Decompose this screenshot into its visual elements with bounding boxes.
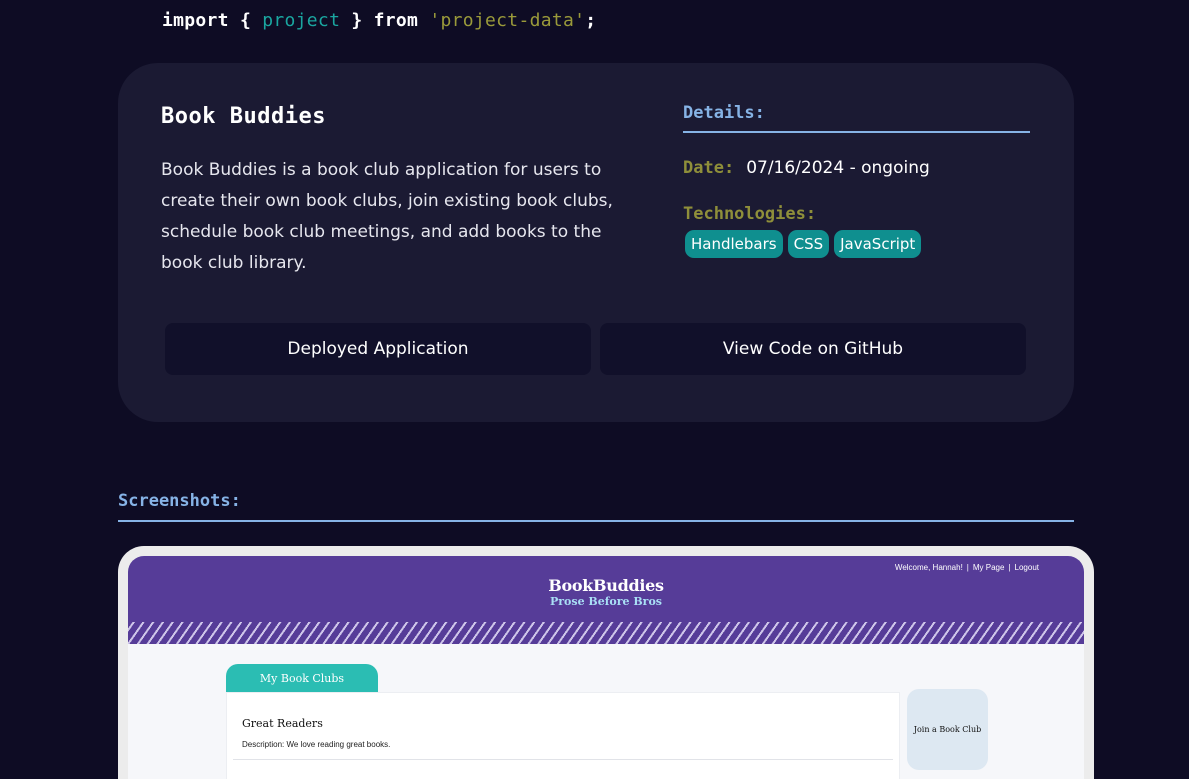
app-club-name: Great Readers: [242, 717, 323, 730]
app-header-stripes: [128, 622, 1084, 644]
screenshots-heading: Screenshots:: [118, 491, 1074, 522]
code-close-brace: }: [351, 10, 363, 31]
tech-tag-css: CSS: [787, 230, 830, 258]
code-module-string: 'project-data': [429, 10, 586, 31]
project-card: Book Buddies Book Buddies is a book club…: [118, 63, 1074, 422]
project-title: Book Buddies: [161, 104, 326, 129]
app-nav-separator: |: [966, 563, 969, 572]
app-nav-welcome: Welcome, Hannah!: [894, 563, 963, 572]
screenshot-frame: Welcome, Hannah! | My Page | Logout Book…: [118, 546, 1094, 779]
app-nav: Welcome, Hannah! | My Page | Logout: [895, 563, 1039, 572]
page: import { project } from 'project-data'; …: [0, 0, 1189, 779]
details-heading: Details:: [683, 103, 1030, 133]
date-value: 07/16/2024 - ongoing: [746, 158, 930, 178]
project-details: Details: Date: 07/16/2024 - ongoing Tech…: [683, 103, 1030, 258]
app-brand: BookBuddies: [548, 576, 664, 595]
app-nav-logout: Logout: [1014, 563, 1039, 572]
app-screenshot: Welcome, Hannah! | My Page | Logout Book…: [128, 556, 1084, 779]
code-keyword-from: from: [373, 10, 419, 31]
app-club-panel: Great Readers Description: We love readi…: [226, 692, 900, 779]
app-nav-separator: |: [1008, 563, 1011, 572]
app-nav-my-page: My Page: [972, 563, 1005, 572]
code-keyword-import: import: [162, 10, 229, 31]
date-row: Date: 07/16/2024 - ongoing: [683, 158, 1030, 178]
tech-tag-handlebars: Handlebars: [685, 230, 783, 258]
view-code-github-button[interactable]: View Code on GitHub: [600, 323, 1026, 375]
deployed-application-button[interactable]: Deployed Application: [165, 323, 591, 375]
technologies-label: Technologies:: [683, 204, 817, 224]
code-import-line: import { project } from 'project-data';: [162, 10, 596, 31]
app-tagline: Prose Before Bros: [549, 595, 663, 608]
date-label: Date:: [683, 158, 735, 178]
app-club-divider: [233, 759, 893, 760]
code-open-brace: {: [239, 10, 252, 31]
app-tab-my-book-clubs: My Book Clubs: [226, 664, 378, 692]
technology-tags: Handlebars CSS JavaScript: [683, 230, 1030, 258]
code-semicolon: ;: [585, 10, 597, 31]
app-join-book-club-button: Join a Book Club: [907, 689, 988, 770]
app-club-description: Description: We love reading great books…: [242, 740, 391, 749]
project-description: Book Buddies is a book club application …: [161, 160, 613, 273]
code-identifier: project: [262, 10, 341, 31]
tech-tag-javascript: JavaScript: [834, 230, 922, 258]
